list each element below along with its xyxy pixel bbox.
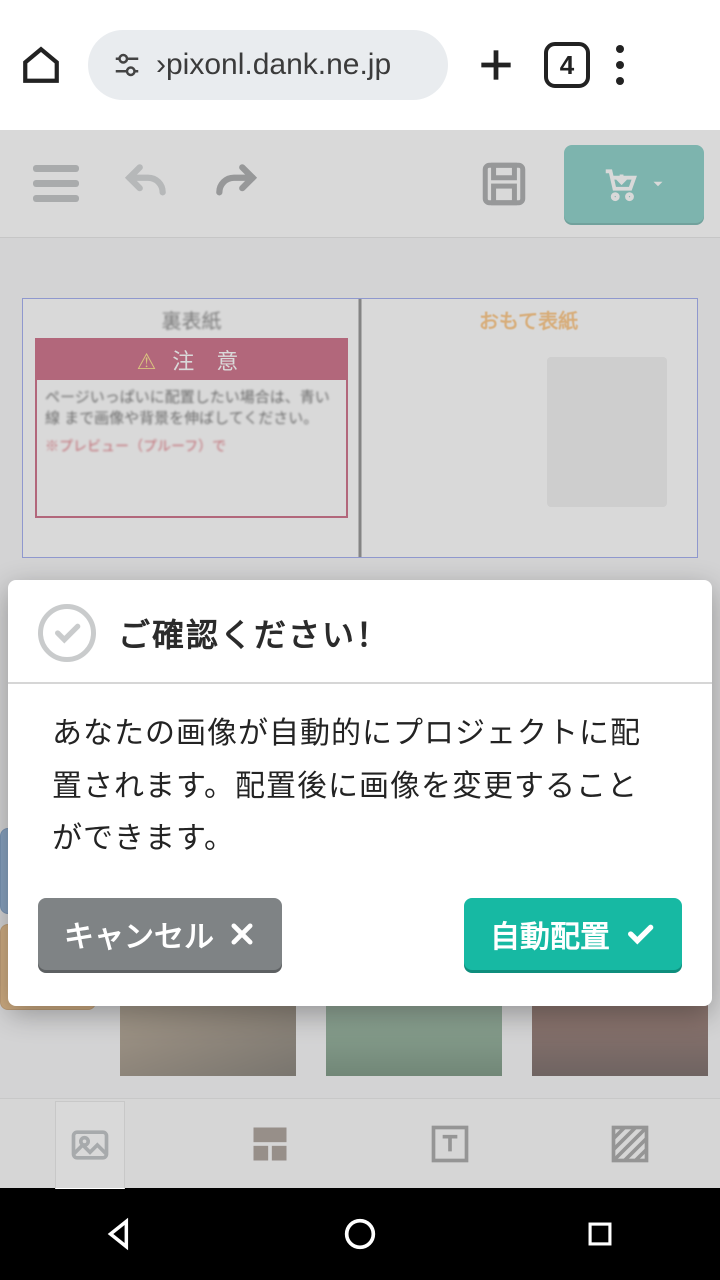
android-nav-bar (0, 1188, 720, 1280)
back-icon[interactable] (96, 1210, 144, 1258)
cancel-label: キャンセル (64, 912, 214, 956)
cancel-button[interactable]: キャンセル (38, 898, 282, 970)
close-icon (228, 920, 256, 948)
check-icon (624, 918, 656, 950)
site-settings-icon (112, 50, 142, 80)
overflow-menu-icon[interactable] (616, 45, 624, 85)
confirm-dialog: ご確認ください！ あなたの画像が自動的にプロジェクトに配置されます。配置後に画像… (8, 580, 712, 1006)
dialog-body: あなたの画像が自動的にプロジェクトに配置されます。配置後に画像を変更することがで… (8, 684, 712, 876)
tab-count: 4 (560, 50, 574, 81)
home-icon[interactable] (20, 44, 62, 86)
auto-place-button[interactable]: 自動配置 (464, 898, 682, 970)
url-bar[interactable]: ›pixonl.dank.ne.jp (88, 30, 448, 100)
home-nav-icon[interactable] (336, 1210, 384, 1258)
editor-app: 裏表紙 注 意 ページいっぱいに配置したい場合は、青い線 まで画像や背景を伸ばし… (0, 130, 720, 1188)
check-circle-icon (38, 604, 96, 662)
new-tab-icon[interactable] (474, 43, 518, 87)
recents-icon[interactable] (576, 1210, 624, 1258)
browser-chrome: ›pixonl.dank.ne.jp 4 (0, 0, 720, 130)
dialog-title: ご確認ください！ (118, 610, 390, 656)
url-text: ›pixonl.dank.ne.jp (156, 48, 391, 82)
tab-switcher[interactable]: 4 (544, 42, 590, 88)
confirm-label: 自動配置 (490, 912, 610, 956)
